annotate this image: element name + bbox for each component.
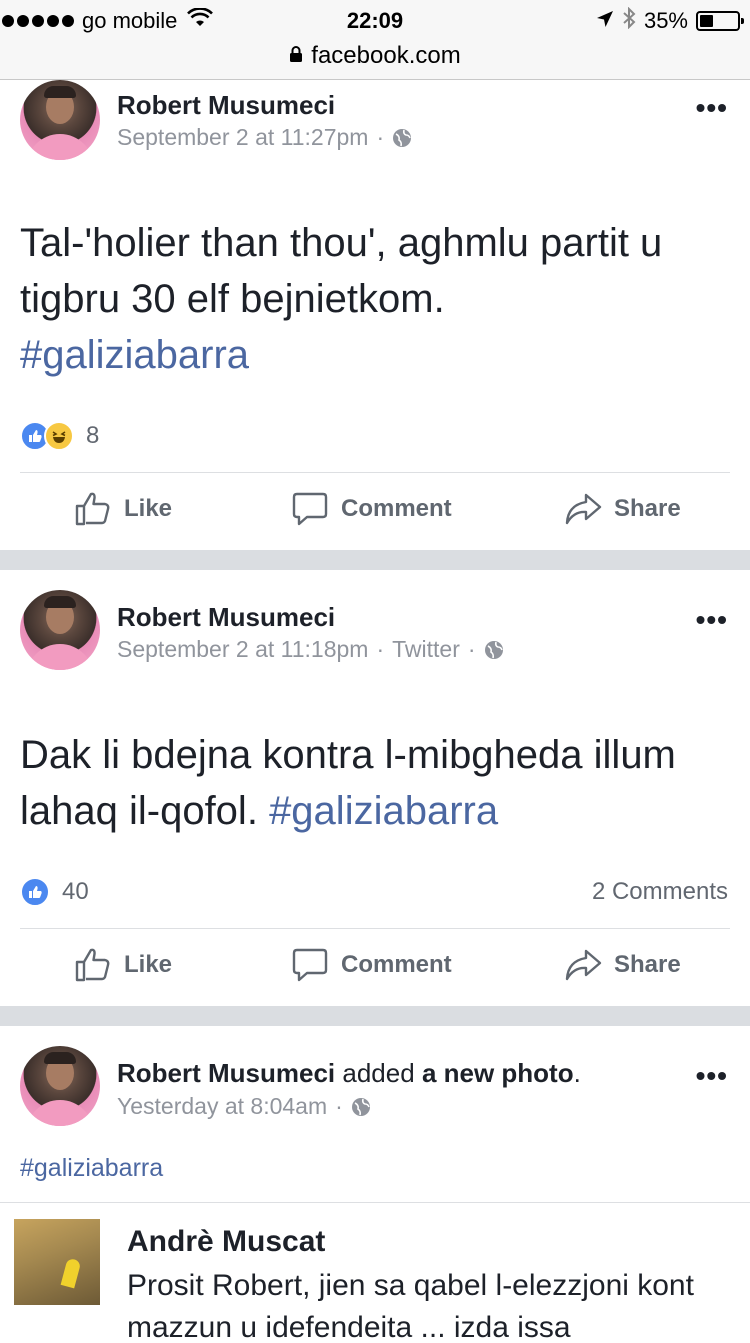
post-timestamp[interactable]: September 2 at 11:18pm — [117, 636, 368, 663]
post-author[interactable]: Robert Musumeci — [117, 90, 335, 121]
post-action-object[interactable]: a new photo — [422, 1058, 574, 1088]
top-bar: go mobile 22:09 35% facebook.com — [0, 0, 750, 80]
share-arrow-icon — [565, 493, 602, 525]
url-domain: facebook.com — [311, 42, 461, 69]
comment-count[interactable]: 2 Comments — [592, 878, 728, 906]
embedded-text: Prosit Robert, jien sa qabel l-elezzjoni… — [127, 1269, 694, 1343]
post-actions: Like Comment Share — [0, 476, 750, 546]
speech-bubble-icon — [292, 948, 328, 982]
post-3: Robert Musumeci added a new photo. Yeste… — [0, 1026, 750, 1343]
bluetooth-icon — [622, 6, 636, 35]
embedded-thumbnail — [14, 1219, 100, 1305]
post-text: Tal-'holier than thou', aghmlu partit u … — [20, 215, 730, 383]
feed-divider — [0, 550, 750, 570]
reaction-summary[interactable]: 8 — [20, 421, 99, 451]
like-button[interactable]: Like — [74, 490, 172, 528]
thumbs-up-icon — [75, 948, 110, 982]
meta-separator: · — [376, 124, 385, 150]
hashtag-link[interactable]: #galiziabarra — [20, 1154, 163, 1183]
share-button[interactable]: Share — [564, 490, 681, 528]
embedded-photo-post[interactable]: Andrè Muscat Prosit Robert, jien sa qabe… — [0, 1202, 750, 1343]
post-1: Robert Musumeci September 2 at 11:27pm ·… — [0, 80, 750, 550]
comment-button[interactable]: Comment — [291, 490, 452, 528]
post-meta: September 2 at 11:27pm · — [117, 124, 412, 151]
globe-icon — [484, 640, 503, 659]
hashtag-link[interactable]: #galiziabarra — [20, 333, 249, 377]
haha-reaction-icon — [44, 421, 74, 451]
post-body: Tal-'holier than thou', aghmlu partit u … — [20, 221, 663, 321]
like-reaction-icon — [20, 877, 50, 907]
more-options-icon[interactable]: ••• — [696, 1060, 728, 1092]
post-timestamp[interactable]: Yesterday at 8:04am — [117, 1093, 327, 1120]
like-button[interactable]: Like — [74, 946, 172, 984]
share-button[interactable]: Share — [564, 946, 681, 984]
share-label: Share — [614, 951, 681, 978]
comment-label: Comment — [341, 495, 452, 522]
post-meta: September 2 at 11:18pm · Twitter · — [117, 636, 504, 663]
status-bar-right: 35% — [596, 6, 744, 36]
embedded-author: Andrè Muscat — [127, 1225, 326, 1258]
post-action-period: . — [573, 1058, 581, 1088]
post-actions: Like Comment Share — [0, 932, 750, 1002]
reaction-summary[interactable]: 40 — [20, 877, 89, 907]
post-meta: Yesterday at 8:04am · — [117, 1093, 371, 1120]
battery-percent: 35% — [643, 8, 688, 33]
like-label: Like — [124, 495, 173, 522]
more-options-icon[interactable]: ••• — [696, 604, 728, 636]
battery-icon — [696, 11, 744, 31]
post-text: Dak li bdejna kontra l-mibgheda illum la… — [20, 727, 730, 839]
post-timestamp[interactable]: September 2 at 11:27pm — [117, 124, 368, 151]
like-label: Like — [124, 951, 173, 978]
hashtag-link[interactable]: #galiziabarra — [269, 789, 498, 833]
divider — [20, 928, 730, 929]
globe-icon — [393, 128, 412, 147]
avatar[interactable] — [20, 590, 100, 670]
reaction-count: 8 — [86, 422, 100, 449]
globe-icon — [351, 1097, 370, 1116]
reaction-count: 40 — [62, 878, 89, 905]
post-author[interactable]: Robert Musumeci — [117, 602, 335, 633]
post-source[interactable]: Twitter — [392, 636, 460, 663]
location-arrow-icon — [596, 8, 614, 34]
post-author[interactable]: Robert Musumeci — [117, 1058, 335, 1088]
post-2: Robert Musumeci September 2 at 11:18pm ·… — [0, 570, 750, 1006]
post-header: Robert Musumeci added a new photo. — [117, 1058, 581, 1089]
lock-icon — [289, 42, 303, 70]
meta-separator: · — [376, 636, 385, 662]
avatar[interactable] — [20, 1046, 100, 1126]
more-options-icon[interactable]: ••• — [696, 92, 728, 124]
feed-divider — [0, 1006, 750, 1026]
meta-separator: · — [467, 636, 476, 662]
speech-bubble-icon — [292, 492, 328, 526]
comment-button[interactable]: Comment — [291, 946, 452, 984]
avatar[interactable] — [20, 80, 100, 160]
post-action-text: added — [342, 1058, 415, 1088]
share-label: Share — [614, 495, 681, 522]
thumbs-up-icon — [75, 492, 110, 526]
comment-label: Comment — [341, 951, 452, 978]
meta-separator: · — [335, 1093, 343, 1119]
url-bar[interactable]: facebook.com — [0, 40, 750, 72]
divider — [20, 472, 730, 473]
share-arrow-icon — [565, 949, 602, 981]
